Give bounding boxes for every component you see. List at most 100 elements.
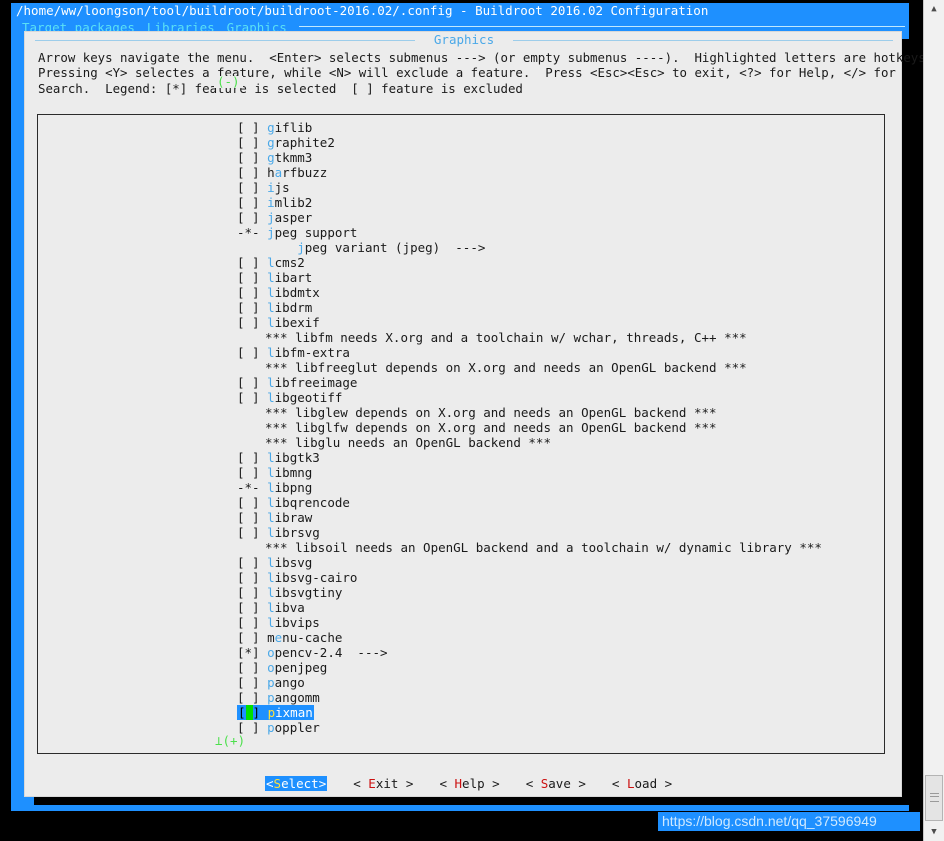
list-item[interactable]: -*- libpng [25, 480, 903, 495]
list-item[interactable]: [ ] librsvg [25, 525, 903, 540]
list-item[interactable]: [ ] lcms2 [25, 255, 903, 270]
list-item-selected[interactable]: [ ] pixman [25, 705, 903, 720]
list-item[interactable]: [ ] openjpeg [25, 660, 903, 675]
list-item-checkbox[interactable]: [ ] [237, 285, 267, 300]
list-item-label: ibsvg [274, 555, 313, 570]
list-item-checkbox[interactable]: [ ] [237, 150, 267, 165]
list-item-checkbox[interactable]: [ ] [237, 210, 267, 225]
button-load[interactable]: < Load > [612, 776, 672, 791]
list-item-checkbox[interactable]: [ ] [237, 255, 267, 270]
list-item[interactable]: [ ] poppler [25, 720, 903, 735]
list-item-checkbox[interactable]: [ ] [237, 165, 267, 180]
list-item-label: peg variant (jpeg) ---> [304, 240, 486, 255]
list-item-hotkey: l [267, 615, 275, 630]
list-item[interactable]: [ ] giflib [25, 120, 903, 135]
list-item-hotkey: g [267, 120, 275, 135]
scrollbar-thumb[interactable] [925, 775, 943, 821]
list-item-checkbox[interactable]: [ ] [237, 135, 267, 150]
list-item[interactable]: [ ] libart [25, 270, 903, 285]
list-item[interactable]: [ ] libdrm [25, 300, 903, 315]
list-item-hotkey: l [267, 375, 275, 390]
list-item[interactable]: [ ] libsvg [25, 555, 903, 570]
list-item[interactable]: [ ] pangomm [25, 690, 903, 705]
list-item-checkbox[interactable]: [ ] [237, 450, 267, 465]
list-item-submenu[interactable]: jpeg variant (jpeg) ---> [25, 240, 903, 255]
list-item[interactable]: [*] opencv-2.4 ---> [25, 645, 903, 660]
list-item-checkbox[interactable]: [ ] [237, 375, 267, 390]
list-item[interactable]: [ ] libqrencode [25, 495, 903, 510]
list-item[interactable]: [ ] gtkmm3 [25, 150, 903, 165]
list-item[interactable]: [ ] graphite2 [25, 135, 903, 150]
list-item-checkbox[interactable]: [ ] [237, 465, 267, 480]
list-item-checkbox[interactable]: [ ] [237, 555, 267, 570]
list-item-checkbox[interactable]: [ ] [237, 585, 267, 600]
list-item-hotkey: p [267, 690, 275, 705]
list-item-checkbox[interactable]: [ ] [237, 630, 267, 645]
list-item-checkbox[interactable]: [ ] [237, 660, 267, 675]
list-item[interactable]: [ ] libva [25, 600, 903, 615]
list-comment: *** libfreeglut depends on X.org and nee… [265, 360, 747, 375]
list-item-hotkey: p [267, 720, 275, 735]
list-item-checkbox[interactable]: [ ] [237, 495, 267, 510]
list-item-hotkey: l [267, 555, 275, 570]
button-help[interactable]: < Help > [439, 776, 499, 791]
list-item-checkbox[interactable]: [ ] [237, 615, 267, 630]
list-item[interactable]: [ ] libsvgtiny [25, 585, 903, 600]
list-item-label: oppler [274, 720, 320, 735]
list-item-hotkey: j [297, 240, 305, 255]
scroll-down-arrow-icon[interactable]: ▼ [924, 823, 944, 841]
options-list[interactable]: [ ] giflib[ ] graphite2[ ] gtkmm3[ ] har… [25, 120, 903, 735]
list-item[interactable]: [ ] libfreeimage [25, 375, 903, 390]
list-item-checkbox[interactable]: [ ] [237, 675, 267, 690]
button-save[interactable]: < Save > [526, 776, 586, 791]
list-item-label-prefix: m [267, 630, 275, 645]
breadcrumb-rule [298, 26, 905, 27]
list-item[interactable]: [ ] libdmtx [25, 285, 903, 300]
scroll-up-arrow-icon[interactable]: ▲ [924, 0, 944, 18]
list-item-checkbox[interactable]: [ ] [237, 315, 267, 330]
list-item[interactable]: [ ] libvips [25, 615, 903, 630]
list-item-label: js [274, 180, 290, 195]
list-item[interactable]: [ ] libsvg-cairo [25, 570, 903, 585]
button-select[interactable]: <Select> [265, 775, 328, 791]
list-item[interactable]: [ ] libgeotiff [25, 390, 903, 405]
list-item[interactable]: [ ] ijs [25, 180, 903, 195]
list-item-checkbox[interactable]: [*] [237, 645, 267, 660]
list-item-checkbox[interactable]: [ ] [237, 525, 267, 540]
list-item[interactable]: [ ] libgtk3 [25, 450, 903, 465]
list-item-checkbox[interactable]: [ ] [237, 600, 267, 615]
list-item[interactable]: [ ] libmng [25, 465, 903, 480]
list-item[interactable]: [ ] pango [25, 675, 903, 690]
button-exit[interactable]: < Exit > [353, 776, 413, 791]
list-item-checkbox[interactable]: [ ] [237, 300, 267, 315]
window-scrollbar[interactable]: ▲ ▼ [923, 0, 944, 841]
button-hotkey: E [368, 775, 376, 791]
list-item-label: ibrsvg [274, 525, 320, 540]
list-item-checkbox[interactable]: [ ] [237, 690, 267, 705]
list-item-checkbox[interactable]: [ ] [237, 120, 267, 135]
list-item[interactable]: [ ] libexif [25, 315, 903, 330]
list-item[interactable]: [ ] jasper [25, 210, 903, 225]
checkbox-bracket-close: ] [252, 705, 268, 720]
list-item[interactable]: [ ] harfbuzz [25, 165, 903, 180]
list-item[interactable]: [ ] libraw [25, 510, 903, 525]
list-item-checkbox[interactable]: -*- [237, 480, 267, 495]
application-frame: /home/ww/loongson/tool/buildroot/buildro… [0, 0, 933, 841]
list-item[interactable]: [ ] libfm-extra [25, 345, 903, 360]
list-item-checkbox[interactable]: [ ] [237, 390, 267, 405]
list-item-checkbox[interactable]: [ ] [237, 270, 267, 285]
list-item-label: ibpng [274, 480, 313, 495]
list-item-checkbox[interactable]: [ ] [237, 345, 267, 360]
list-item-checkbox[interactable]: -*- [237, 225, 267, 240]
list-item-checkbox[interactable]: [ ] [237, 570, 267, 585]
list-item-hotkey: o [267, 660, 275, 675]
list-item-indent [237, 240, 297, 255]
list-item-checkbox[interactable]: [ ] [237, 510, 267, 525]
list-item-checkbox[interactable]: [ ] [237, 195, 267, 210]
list-item[interactable]: [ ] menu-cache [25, 630, 903, 645]
list-item-label: pencv-2.4 ---> [274, 645, 388, 660]
list-item-label: tkmm3 [274, 150, 313, 165]
list-item-checkbox[interactable]: [ ] [237, 180, 267, 195]
list-item[interactable]: [ ] imlib2 [25, 195, 903, 210]
list-item[interactable]: -*- jpeg support [25, 225, 903, 240]
